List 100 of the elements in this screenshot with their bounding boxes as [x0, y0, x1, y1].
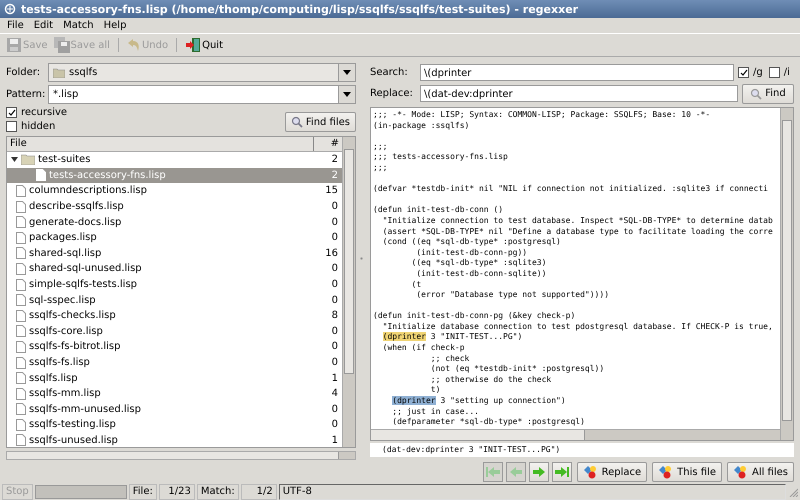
search-icon [290, 116, 303, 128]
code-line: (init-test-db-conn-sqlite)) [415, 268, 548, 280]
code-line: (when (if check-p [382, 343, 466, 354]
code-line: (defun init-test-db-conn () [373, 205, 504, 216]
document-icon [16, 372, 26, 384]
replace-action-button[interactable]: This file [652, 462, 722, 482]
file-row[interactable]: shared-sql-unused.lisp 0 [7, 261, 342, 277]
code-line: (t [410, 280, 422, 290]
code-line: (defvar *testdb-init* nil "NIL if connection not initialized. :sqlite3 if connecti [373, 184, 769, 195]
document-icon [16, 262, 26, 275]
scrollbar[interactable] [371, 429, 780, 440]
match-counter: 1/2 [240, 484, 277, 500]
folder-dropdown[interactable]: ssqlfs [48, 63, 356, 82]
checkbox[interactable]: /g [738, 67, 763, 78]
file-row[interactable]: ssqlfs-checks.lisp 8 [7, 308, 342, 324]
file-row[interactable]: test-suites 2 [7, 152, 342, 168]
file-row[interactable]: shared-sql.lisp 16 [7, 246, 342, 262]
code-line: (error "Database type not supported")))) [415, 290, 610, 301]
expanded-triangle-icon[interactable] [11, 156, 18, 164]
code-line: (init-test-db-conn-pg)) [415, 248, 528, 258]
file-row[interactable]: ssqlfs-mm.lisp 4 [7, 386, 342, 402]
file-row[interactable]: simple-sqlfs-tests.lisp 0 [7, 276, 342, 292]
search-icon [750, 88, 762, 100]
code-line: (not (eq *testdb-init* :postgresql)) [430, 364, 606, 375]
document-icon [16, 388, 26, 400]
replace-field[interactable]: \(dat-dev:dprinter [420, 85, 738, 102]
shapes-icon [582, 465, 599, 479]
window-title: tests-accessory-fns.lisp (/home/thomp/computing/lisp/ssqlfs/ssqlfs/test-suites) - regexxer [21, 2, 578, 16]
dropdown-arrow-icon [343, 92, 351, 97]
document-icon [16, 232, 26, 244]
file-counter-label: File: [128, 484, 157, 500]
document-icon [16, 184, 26, 197]
column-header[interactable]: File [7, 137, 314, 151]
match-counter-label: Match: [196, 484, 239, 500]
nav-button[interactable] [552, 462, 572, 482]
file-row[interactable]: columndescriptions.lisp 15 [7, 183, 342, 199]
replace-action-button[interactable]: Replace [576, 462, 648, 482]
menu-item[interactable]: Help [98, 20, 132, 31]
file-row[interactable]: generate-docs.lisp 0 [7, 214, 342, 230]
code-line: ;;; [373, 162, 388, 174]
search-field[interactable]: \(dprinter [420, 64, 734, 81]
document-icon [16, 200, 26, 213]
document-icon [16, 294, 26, 306]
file-row[interactable]: sql-sspec.lisp 0 [7, 292, 342, 308]
code-line: ;; otherwise do the check [430, 374, 552, 386]
code-line: ;;; -*- Mode: LISP; Syntax: COMMON-LISP; Package: SSQLFS; Base: 10 -*- [373, 110, 712, 121]
nav-button[interactable] [528, 462, 549, 482]
code-line: ((eq *sql-db-type* :sqlite3) [410, 258, 548, 269]
checkbox[interactable]: hidden [6, 121, 68, 132]
scrollbar[interactable] [6, 451, 356, 460]
resize-grip-icon[interactable] [788, 487, 798, 497]
file-counter: 1/23 [158, 484, 195, 500]
code-line: (defun init-test-db-conn-pg (&key check-p) [373, 311, 576, 322]
document-icon [16, 356, 26, 369]
file-row[interactable]: ssqlfs.lisp 1 [7, 370, 342, 386]
right-arrow-icon [532, 465, 546, 479]
code-line: ;;; [373, 142, 388, 152]
checkbox[interactable]: recursive [6, 107, 68, 118]
file-row[interactable]: ssqlfs-testing.lisp 0 [7, 417, 342, 433]
scrollbar[interactable] [780, 108, 793, 440]
document-icon [16, 278, 26, 291]
document-icon [16, 325, 26, 338]
document-icon [16, 247, 26, 260]
document-icon [16, 310, 26, 322]
file-row[interactable]: ssqlfs-fs-bitrot.lisp 0 [7, 339, 342, 355]
file-row[interactable]: describe-ssqlfs.lisp 0 [7, 198, 342, 214]
undo-icon [126, 38, 141, 52]
toolbar-button[interactable]: Quit [183, 36, 226, 54]
menu-item[interactable]: File [2, 20, 29, 31]
file-row[interactable]: ssqlfs-unused.lisp 1 [7, 432, 342, 448]
folder-icon [21, 154, 35, 166]
find-files-button[interactable]: Find files [284, 112, 356, 132]
exit-door-icon [185, 37, 202, 53]
checkmark-icon [8, 108, 16, 116]
file-row[interactable]: ssqlfs-core.lisp 0 [7, 324, 342, 340]
pattern-label: Pattern: [6, 89, 44, 100]
code-line: (in-package :ssqlfs) [373, 120, 470, 132]
find-button[interactable]: Find [742, 84, 794, 104]
file-row[interactable]: ssqlfs-fs.lisp 0 [7, 354, 342, 370]
replace-action-button[interactable]: All files [726, 462, 794, 482]
document-icon [36, 169, 46, 182]
left-arrow-icon [508, 465, 523, 479]
document-icon [16, 216, 26, 228]
scrollbar[interactable] [342, 137, 355, 447]
code-line: "Initialize database connection to test pdostgresql database. If CHECK-P is true, [382, 322, 774, 332]
last-arrow-icon [554, 465, 570, 479]
pattern-field[interactable]: *.lisp [48, 85, 356, 104]
code-line: (assert *SQL-DB-TYPE* nil "Define a database type to facilitate loading the corre [382, 226, 774, 238]
file-row[interactable]: ssqlfs-mm-unused.lisp 0 [7, 402, 342, 418]
document-icon [16, 403, 26, 416]
file-row[interactable]: packages.lisp 0 [7, 230, 342, 246]
code-line: ;; just in case... [391, 406, 480, 418]
menu-item[interactable]: Match [58, 20, 99, 31]
code-line: (dprinter 3 "setting up connection") [391, 396, 567, 407]
menu-item[interactable]: Edit [28, 20, 58, 31]
floppy-disks-icon [54, 37, 70, 53]
code-line: (dprinter 3 "INIT-TEST...PG") [382, 332, 524, 344]
code-line: ;; check [430, 354, 470, 364]
column-header[interactable]: # [314, 137, 342, 151]
code-line: (cond ((eq *sql-db-type* :postgresql) [382, 237, 562, 248]
